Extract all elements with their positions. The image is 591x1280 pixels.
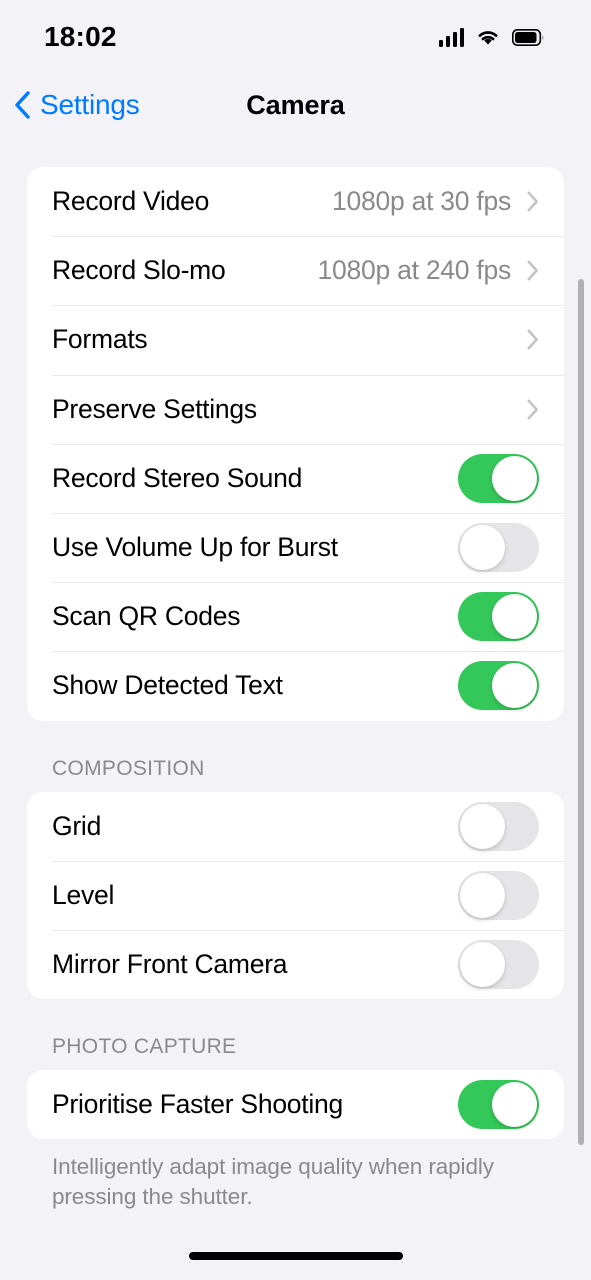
settings-row-value: 1080p at 30 fps: [332, 186, 511, 217]
settings-row-label: Record Stereo Sound: [52, 462, 303, 493]
settings-row-toggle[interactable]: [458, 1080, 539, 1130]
settings-row[interactable]: Prioritise Faster Shooting: [27, 1070, 564, 1139]
toggle-knob: [492, 1082, 537, 1128]
settings-row-toggle[interactable]: [458, 592, 539, 642]
settings-row-toggle[interactable]: [458, 523, 539, 573]
chevron-right-icon: [527, 191, 539, 212]
settings-row-toggle[interactable]: [458, 661, 539, 711]
toggle-knob: [460, 872, 505, 918]
settings-row-label: Record Video: [52, 186, 210, 217]
settings-row-label: Prioritise Faster Shooting: [52, 1089, 344, 1120]
settings-row-toggle[interactable]: [458, 453, 539, 503]
settings-row-label: Mirror Front Camera: [52, 948, 288, 979]
navigation-bar: Settings Camera: [0, 74, 591, 136]
settings-row[interactable]: Scan QR Codes: [27, 582, 564, 651]
toggle-knob: [492, 663, 537, 709]
settings-row[interactable]: Formats: [27, 305, 564, 374]
battery-icon: [512, 28, 545, 46]
settings-row[interactable]: Record Stereo Sound: [27, 443, 564, 513]
back-button[interactable]: Settings: [0, 89, 140, 121]
cellular-signal-icon: [438, 27, 464, 47]
status-bar-time: 18:02: [44, 21, 117, 52]
settings-row-label: Record Slo-mo: [52, 255, 226, 286]
status-bar-icons: [438, 27, 546, 47]
settings-row-label: Grid: [52, 810, 102, 841]
settings-row-label: Preserve Settings: [52, 393, 257, 424]
settings-group: Grid Level Mirror Front Camera: [27, 791, 564, 1000]
settings-row[interactable]: Show Detected Text: [27, 651, 564, 720]
settings-row-label: Show Detected Text: [52, 670, 283, 701]
settings-group: Record Video 1080p at 30 fps Record Slo-mo…: [27, 167, 564, 721]
settings-row-toggle[interactable]: [458, 939, 539, 989]
chevron-left-icon: [13, 90, 31, 120]
toggle-knob: [460, 941, 505, 987]
section-header: COMPOSITION: [52, 756, 205, 780]
chevron-right-icon: [527, 399, 539, 420]
settings-row[interactable]: Grid: [27, 792, 564, 861]
home-indicator: [188, 1252, 403, 1260]
section-header: PHOTO CAPTURE: [52, 1035, 237, 1059]
settings-row[interactable]: Record Video 1080p at 30 fps: [27, 167, 564, 236]
wifi-icon: [475, 27, 501, 47]
settings-sections: Record Video 1080p at 30 fps Record Slo-mo…: [0, 167, 591, 1212]
settings-row[interactable]: Level: [27, 860, 564, 930]
settings-scroll-area[interactable]: Record Video 1080p at 30 fps Record Slo-mo…: [0, 136, 591, 1212]
toggle-knob: [492, 455, 537, 501]
back-button-label: Settings: [40, 89, 140, 120]
chevron-right-icon: [527, 329, 539, 350]
settings-group: Prioritise Faster Shooting: [27, 1070, 564, 1140]
settings-row-label: Scan QR Codes: [52, 601, 241, 632]
settings-row-toggle[interactable]: [458, 801, 539, 851]
settings-row-value: 1080p at 240 fps: [317, 255, 512, 286]
toggle-knob: [492, 594, 537, 640]
settings-row-label: Formats: [52, 324, 148, 355]
chevron-right-icon: [527, 260, 539, 281]
settings-row-label: Use Volume Up for Burst: [52, 532, 338, 563]
section-footer: Intelligently adapt image quality when r…: [52, 1154, 494, 1210]
settings-row[interactable]: Use Volume Up for Burst: [27, 512, 564, 582]
settings-row-toggle[interactable]: [458, 870, 539, 920]
toggle-knob: [460, 525, 505, 571]
settings-row[interactable]: Preserve Settings: [27, 374, 564, 444]
settings-row[interactable]: Record Slo-mo 1080p at 240 fps: [27, 236, 564, 305]
settings-row-label: Level: [52, 879, 115, 910]
toggle-knob: [460, 803, 505, 849]
vertical-scrollbar[interactable]: [578, 279, 584, 1145]
settings-row[interactable]: Mirror Front Camera: [27, 929, 564, 999]
status-bar: 18:02: [0, 0, 591, 74]
